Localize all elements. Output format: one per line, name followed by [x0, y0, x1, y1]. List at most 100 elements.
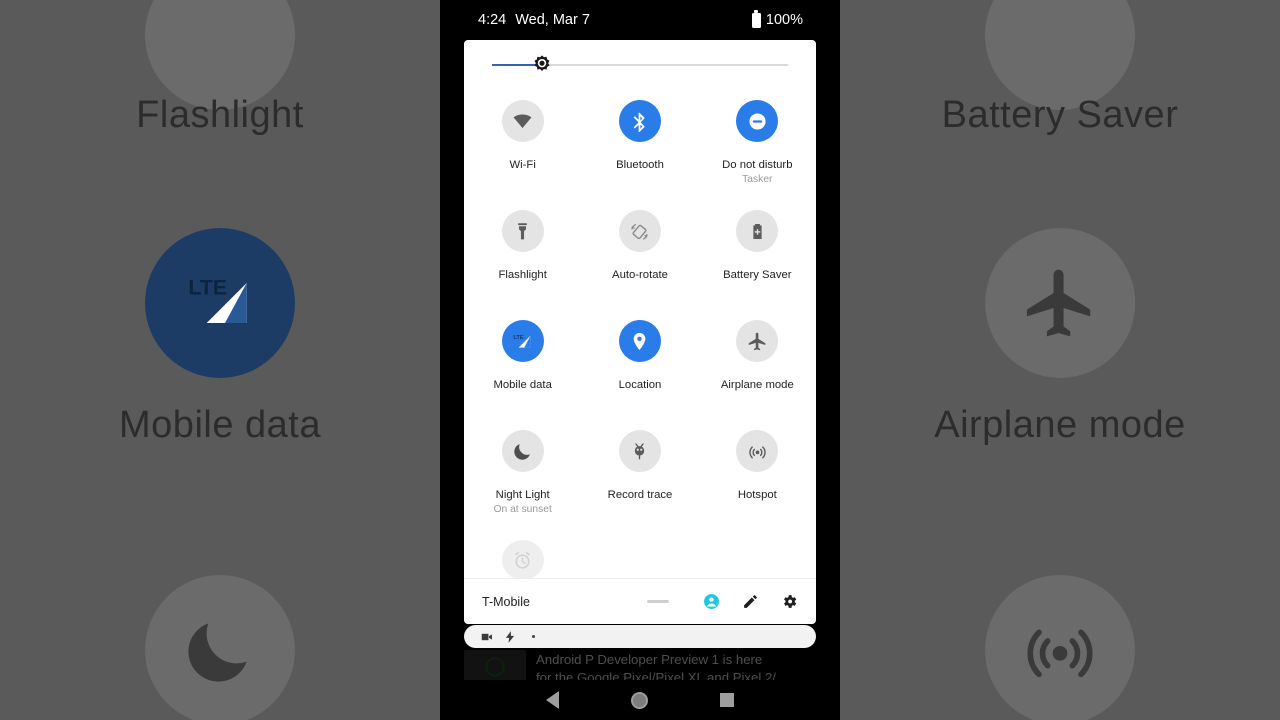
status-date: Wed, Mar 7 — [515, 12, 590, 28]
gear-settings-icon[interactable] — [781, 593, 798, 610]
wifi-icon — [513, 114, 532, 128]
tile-icon-bg: LTE — [501, 320, 544, 362]
tile-icon-bg — [501, 540, 544, 578]
tile-icon-bg — [736, 100, 779, 142]
tile-row: LTE Mobile data Location Airplane mode — [464, 314, 816, 424]
home-nav-button[interactable] — [631, 691, 648, 709]
tile-hotspot[interactable]: Hotspot — [699, 424, 816, 534]
airplane-icon — [1026, 269, 1090, 337]
tile-icon-bg — [501, 210, 544, 252]
tile-wifi[interactable]: Wi-Fi — [464, 94, 581, 204]
svg-text:LTE: LTE — [188, 276, 227, 300]
tile-airplane-mode[interactable]: Airplane mode — [699, 314, 816, 424]
backdrop-label-flashlight: Flashlight — [136, 94, 304, 136]
tile-icon-bg — [501, 430, 544, 472]
quick-settings-tiles: Wi-Fi Bluetooth Do not disturb Tasker Fl… — [464, 90, 816, 578]
tile-do-not-disturb[interactable]: Do not disturb Tasker — [699, 94, 816, 204]
tile-sublabel: On at sunset — [493, 504, 552, 516]
screen-root: Flashlight LTE Mobile data Battery Saver… — [0, 0, 1280, 720]
phone-screen: 4:24 Wed, Mar 7 100% Wi-Fi Bluetooth Do … — [440, 0, 840, 720]
tile-label: Night Light — [495, 489, 550, 501]
status-bar: 4:24 Wed, Mar 7 100% — [440, 0, 840, 40]
battery-full-icon — [751, 10, 761, 28]
tile-label: Record trace — [607, 489, 673, 501]
tile-icon-bg — [618, 210, 661, 252]
status-time: 4:24 — [478, 12, 507, 28]
tile-label: Hotspot — [737, 489, 777, 501]
tile-auto-rotate[interactable]: Auto-rotate — [581, 204, 698, 314]
tile-empty — [581, 534, 698, 578]
location-pin-icon — [634, 332, 646, 350]
backdrop-label-battery-saver: Battery Saver — [941, 94, 1179, 136]
brightness-gear-icon — [534, 55, 550, 71]
lightning-bolt-icon — [505, 630, 515, 643]
tile-alarm[interactable] — [464, 534, 581, 578]
backdrop-airplane-circle — [984, 228, 1135, 378]
tile-night-light[interactable]: Night Light On at sunset — [464, 424, 581, 534]
drag-handle[interactable] — [647, 600, 669, 603]
tile-icon-bg — [618, 100, 661, 142]
tile-icon-bg — [618, 430, 661, 472]
battery-saver-icon — [753, 223, 762, 239]
tile-row: Flashlight Auto-rotate Battery Saver — [464, 204, 816, 314]
tile-battery-saver[interactable]: Battery Saver — [699, 204, 816, 314]
tile-bluetooth[interactable]: Bluetooth — [581, 94, 698, 204]
backdrop-night-light-circle — [145, 575, 295, 720]
moon-icon — [514, 443, 531, 460]
tile-label: Location — [618, 379, 662, 391]
status-dot — [532, 635, 535, 638]
notification-thumbnail — [464, 650, 526, 684]
tile-label: Flashlight — [498, 269, 547, 281]
back-nav-button[interactable] — [546, 691, 559, 709]
flashlight-icon — [518, 222, 528, 239]
backdrop-left: Flashlight LTE Mobile data — [0, 0, 440, 720]
tile-label: Do not disturb — [722, 159, 793, 171]
mobile-data-lte-icon: LTE — [188, 276, 247, 323]
tile-label: Mobile data — [493, 379, 552, 391]
notification-strip[interactable] — [464, 625, 816, 648]
pencil-edit-icon[interactable] — [742, 593, 759, 610]
tile-row: Night Light On at sunset Record trace Ho… — [464, 424, 816, 534]
tile-record-trace[interactable]: Record trace — [581, 424, 698, 534]
backdrop-label-mobile-data: Mobile data — [119, 404, 321, 446]
notification-line-1: Android P Developer Preview 1 is here — [536, 652, 763, 667]
tile-row-partial — [464, 534, 816, 578]
thumbnail-glyph — [485, 657, 505, 677]
status-battery-percent: 100% — [765, 12, 803, 28]
quick-settings-panel: Wi-Fi Bluetooth Do not disturb Tasker Fl… — [464, 40, 816, 624]
carrier-label: T-Mobile — [482, 594, 530, 609]
hotspot-icon — [749, 445, 766, 458]
brightness-slider[interactable] — [492, 40, 788, 90]
bug-icon — [635, 442, 645, 459]
moon-icon — [188, 623, 247, 682]
backdrop-label-airplane-mode: Airplane mode — [934, 404, 1186, 446]
tile-location[interactable]: Location — [581, 314, 698, 424]
tile-label: Wi-Fi — [509, 159, 536, 171]
tile-sublabel: Tasker — [742, 174, 773, 186]
tile-label: Auto-rotate — [612, 269, 668, 281]
tile-row: Wi-Fi Bluetooth Do not disturb Tasker — [464, 94, 816, 204]
airplane-icon — [748, 332, 766, 350]
mobile-data-lte-icon: LTE — [513, 335, 531, 348]
tile-icon-bg — [501, 100, 544, 142]
tile-icon-bg — [736, 430, 779, 472]
tile-mobile-data[interactable]: LTE Mobile data — [464, 314, 581, 424]
backdrop-right: Battery Saver Airplane mode — [840, 0, 1280, 720]
tile-icon-bg — [736, 210, 779, 252]
video-camera-icon — [481, 633, 492, 640]
auto-rotate-icon — [631, 223, 649, 240]
tile-flashlight[interactable]: Flashlight — [464, 204, 581, 314]
hotspot-icon — [1027, 629, 1093, 678]
recents-nav-button[interactable] — [720, 693, 734, 707]
tile-label: Airplane mode — [720, 379, 794, 391]
brightness-thumb[interactable] — [531, 54, 553, 76]
tile-label: Bluetooth — [616, 159, 664, 171]
user-avatar-icon[interactable] — [703, 593, 720, 610]
tile-icon-bg — [618, 320, 661, 362]
tile-icon-bg — [736, 320, 779, 362]
tile-label: Battery Saver — [723, 269, 792, 281]
tile-empty — [699, 534, 816, 578]
svg-text:LTE: LTE — [513, 335, 524, 341]
backdrop-mobile-data-circle: LTE — [145, 228, 295, 378]
alarm-clock-icon — [515, 551, 531, 569]
